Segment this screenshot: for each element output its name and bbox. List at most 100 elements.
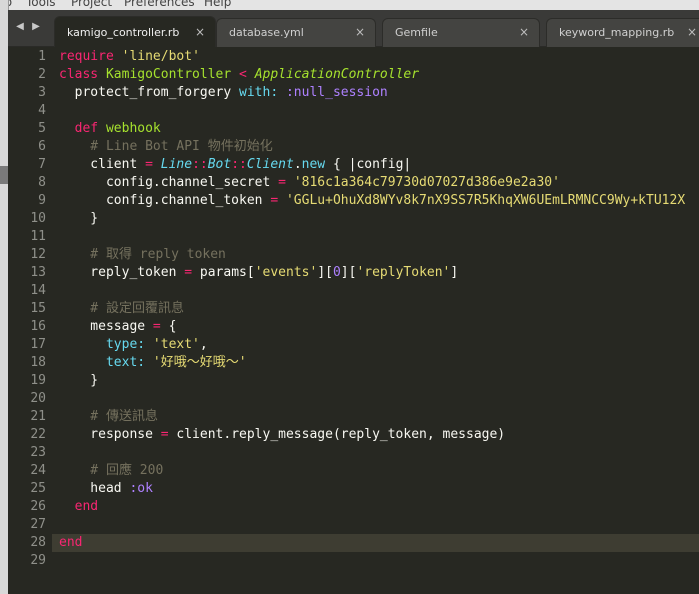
code-line[interactable]: end xyxy=(59,498,99,516)
code-line[interactable]: require 'line/bot' xyxy=(59,48,200,66)
line-number: 28 xyxy=(30,535,46,550)
line-number: 12 xyxy=(30,247,46,262)
line-number: 20 xyxy=(30,391,46,406)
code-token: end xyxy=(59,535,83,550)
tab-label: database.yml xyxy=(229,26,304,39)
line-number: 13 xyxy=(30,265,46,280)
menu-bar: to Tools Project Preferences Help xyxy=(0,0,699,10)
tab-close-icon[interactable]: × xyxy=(355,25,365,39)
tab-keyword-mapping[interactable]: keyword_mapping.rb × xyxy=(546,18,699,47)
code-token: response xyxy=(59,427,161,442)
code-token: < xyxy=(231,67,255,82)
line-number: 7 xyxy=(38,157,46,172)
line-number: 29 xyxy=(30,553,46,568)
code-line[interactable]: # 回應 200 xyxy=(59,462,163,480)
code-token: message xyxy=(59,319,153,334)
code-token: ][ xyxy=(317,265,333,280)
code-token: 0 xyxy=(332,265,341,280)
code-line[interactable]: head :ok xyxy=(59,480,153,498)
code-token: } xyxy=(59,211,99,226)
tab-database-yml[interactable]: database.yml × xyxy=(216,18,376,47)
code-token: 'text' xyxy=(152,337,200,352)
code-token: with: xyxy=(239,85,286,100)
code-line[interactable]: end xyxy=(59,534,82,552)
code-line[interactable]: # Line Bot API 物件初始化 xyxy=(59,138,272,156)
code-token: text: xyxy=(59,355,153,370)
code-token: Line xyxy=(160,157,193,172)
code-token: client xyxy=(59,157,146,172)
tab-close-icon[interactable]: × xyxy=(519,25,529,39)
menu-item-tools[interactable]: Tools xyxy=(26,0,56,9)
code-line[interactable]: # 取得 reply token xyxy=(59,246,226,264)
line-number-gutter: 1 2 3 4 5 6 7 8 9 10 11 12 13 14 15 16 17 18 19 20 21 22 23 24 2… xyxy=(8,47,52,594)
code-token: , xyxy=(199,337,208,352)
code-line[interactable]: config.channel_token = 'GGLu+OhuXd8WYv8k… xyxy=(59,192,685,210)
code-line[interactable]: config.channel_secret = '816c1a364c79730… xyxy=(59,174,560,192)
code-token: 'line/bot' xyxy=(121,49,200,64)
code-token: 'replyToken' xyxy=(356,265,451,280)
code-line[interactable]: } xyxy=(59,210,98,228)
code-token: = xyxy=(145,157,161,172)
code-token: params[ xyxy=(199,265,255,280)
line-number: 16 xyxy=(30,319,46,334)
code-token: :ok xyxy=(129,481,153,496)
line-number: 8 xyxy=(38,175,46,190)
tab-label: Gemfile xyxy=(395,26,438,39)
code-line[interactable]: text: '好哦～好哦～' xyxy=(59,354,247,372)
code-line[interactable]: reply_token = params['events'][0]['reply… xyxy=(59,264,458,282)
code-line[interactable]: client = Line::Bot::Client.new { |config… xyxy=(59,156,411,174)
tab-next-icon[interactable]: ▶ xyxy=(30,21,42,33)
code-line[interactable]: } xyxy=(59,372,98,390)
code-line[interactable]: # 設定回覆訊息 xyxy=(59,300,184,318)
line-number: 17 xyxy=(30,337,46,352)
code-token: = xyxy=(270,193,286,208)
code-token: . xyxy=(293,157,302,172)
window-edge-marker xyxy=(0,166,8,184)
tab-close-icon[interactable]: × xyxy=(687,25,697,39)
code-token: } xyxy=(59,373,99,388)
code-token: client.reply_message(reply_token, messag… xyxy=(176,427,506,442)
code-token: def xyxy=(59,121,106,136)
tab-close-icon[interactable]: × xyxy=(195,25,205,39)
tab-kamigo-controller[interactable]: kamigo_controller.rb × xyxy=(54,16,216,48)
code-token: config.channel_secret xyxy=(59,175,279,190)
menu-item-project[interactable]: Project xyxy=(71,0,112,9)
line-number: 24 xyxy=(30,463,46,478)
menu-item-preferences[interactable]: Preferences xyxy=(124,0,195,9)
current-line-highlight xyxy=(8,534,699,552)
line-number: 19 xyxy=(30,373,46,388)
line-number: 5 xyxy=(38,121,46,136)
code-editor[interactable]: 1 2 3 4 5 6 7 8 9 10 11 12 13 14 15 16 17 18 19 20 21 22 23 24 2… xyxy=(8,47,699,594)
code-token: ] xyxy=(450,265,459,280)
tab-prev-icon[interactable]: ◀ xyxy=(14,21,26,33)
tab-gemfile[interactable]: Gemfile × xyxy=(382,18,540,47)
code-token: config.channel_token xyxy=(59,193,271,208)
code-line[interactable]: # 傳送訊息 xyxy=(59,408,158,426)
code-token: # 取得 reply token xyxy=(59,247,226,262)
code-line[interactable]: def webhook xyxy=(59,120,161,138)
line-number: 21 xyxy=(30,409,46,424)
code-token: # 傳送訊息 xyxy=(59,409,158,424)
line-number: 9 xyxy=(38,193,46,208)
code-line[interactable]: class KamigoController < ApplicationCont… xyxy=(59,66,419,84)
menu-item-help[interactable]: Help xyxy=(204,0,231,9)
code-line[interactable]: message = { xyxy=(59,318,176,336)
code-line[interactable]: protect_from_forgery with: :null_session xyxy=(59,84,388,102)
code-line[interactable]: type: 'text', xyxy=(59,336,208,354)
code-token: KamigoController xyxy=(105,67,232,82)
code-token: type: xyxy=(59,337,153,352)
line-number: 14 xyxy=(30,283,46,298)
line-number: 26 xyxy=(30,499,46,514)
code-token: protect_from_forgery xyxy=(59,85,240,100)
code-token: '好哦～好哦～' xyxy=(152,355,247,370)
code-token: new xyxy=(301,157,326,172)
code-token: = xyxy=(160,427,177,442)
code-token: ][ xyxy=(340,265,357,280)
code-token: = xyxy=(184,265,200,280)
code-token: # 設定回覆訊息 xyxy=(59,301,184,316)
code-token: end xyxy=(59,499,99,514)
code-token: :: xyxy=(192,157,208,172)
code-token: :null_session xyxy=(285,85,388,100)
code-token: = xyxy=(152,319,169,334)
code-line[interactable]: response = client.reply_message(reply_to… xyxy=(59,426,505,444)
